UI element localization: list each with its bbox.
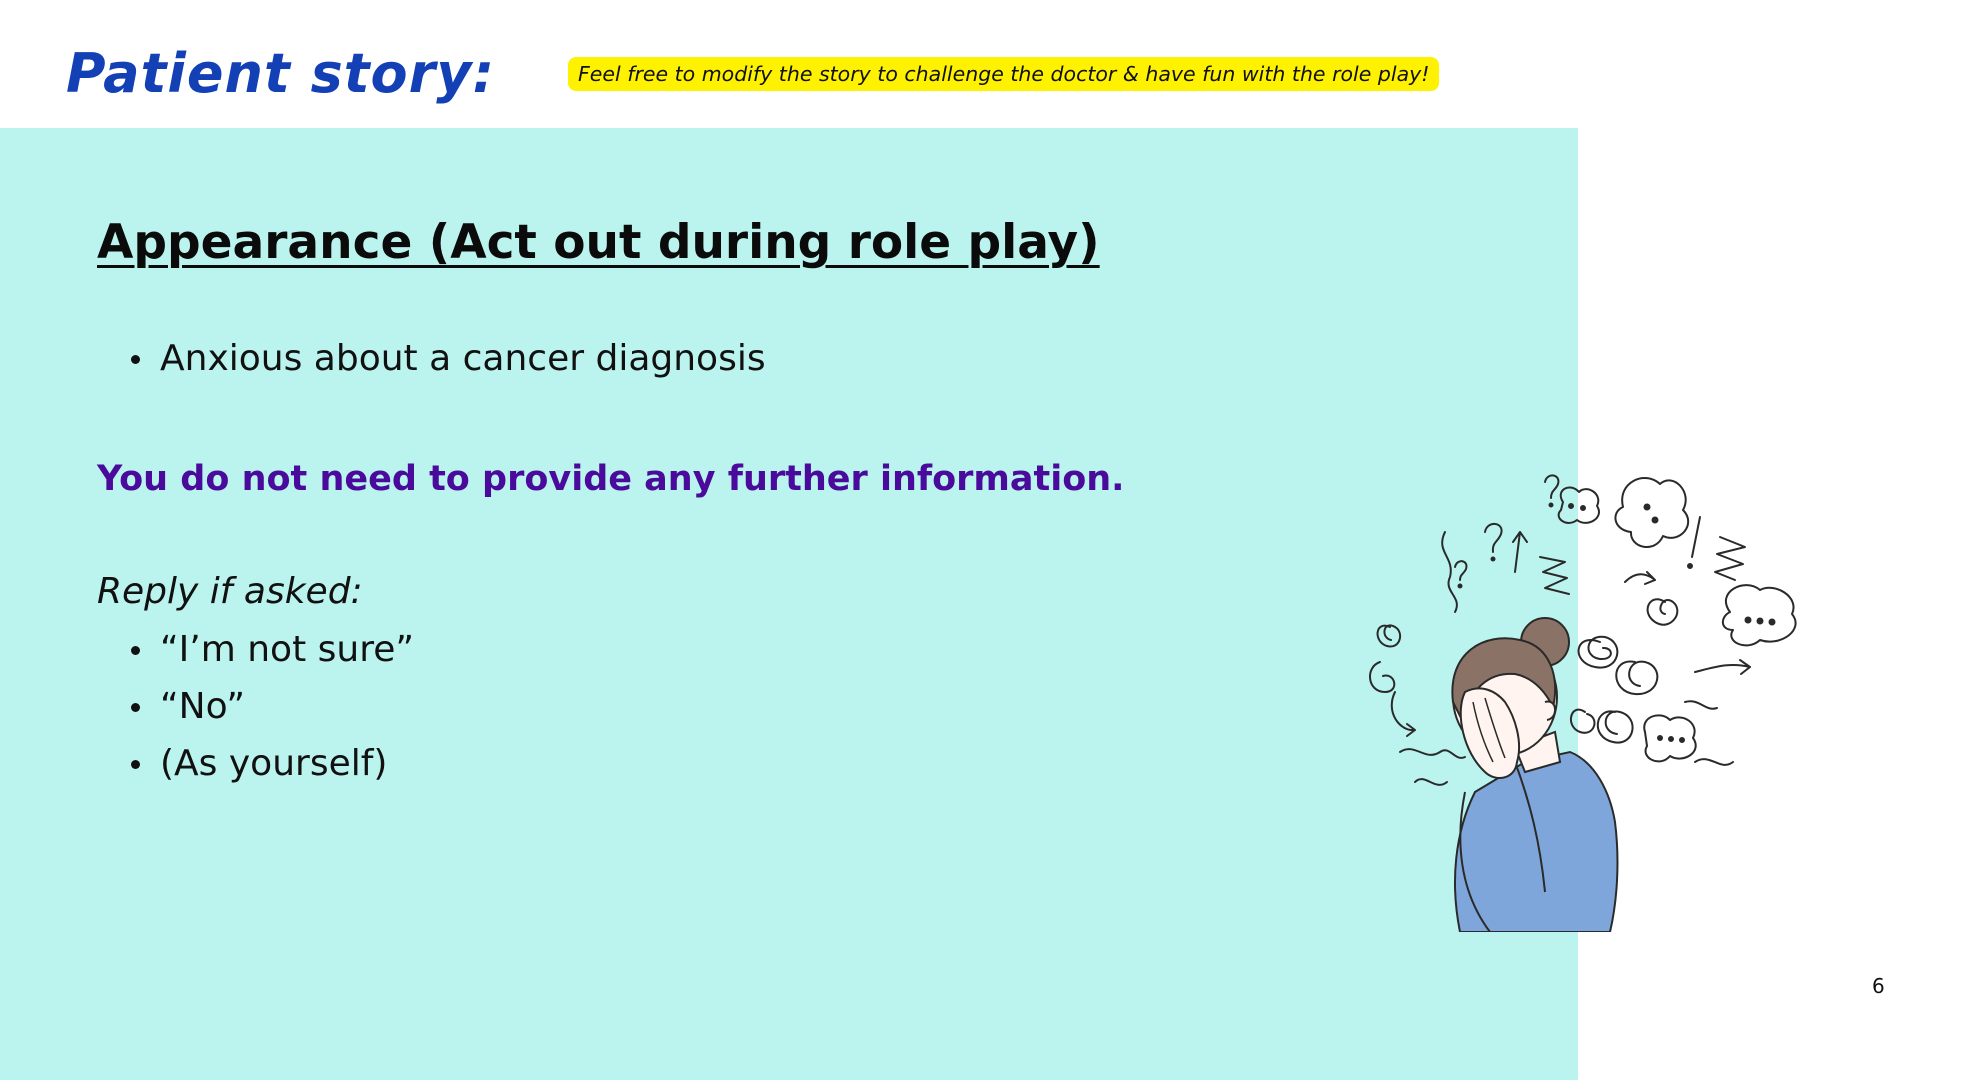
list-item: Anxious about a cancer diagnosis [120, 330, 766, 387]
slide-title: Patient story: [66, 42, 496, 105]
scribble-icon [1596, 710, 1634, 744]
slide: Patient story: Feel free to modify the s… [0, 0, 1980, 1080]
appearance-heading: Appearance (Act out during role play) [97, 215, 1100, 270]
speech-bubble-icon [1721, 584, 1797, 647]
scribble-icon [1369, 661, 1396, 693]
reply-label: Reply if asked: [97, 571, 363, 612]
list-item: “No” [120, 678, 414, 735]
shirt [1454, 750, 1619, 932]
scribble-icon [1577, 635, 1619, 669]
thought-bubble-icon [1557, 486, 1600, 524]
thought-bubble-icon [1614, 477, 1690, 548]
scribble-icon [1615, 660, 1659, 696]
scribble-icon [1646, 598, 1679, 626]
anxious-woman-illustration [1369, 474, 1797, 932]
page-number: 6 [1872, 974, 1885, 998]
appearance-list: Anxious about a cancer diagnosis [120, 330, 766, 387]
instruction-text: You do not need to provide any further i… [97, 459, 1125, 499]
list-item: “I’m not sure” [120, 621, 414, 678]
list-item: (As yourself) [120, 735, 414, 792]
scribble-icon [1376, 624, 1402, 648]
reply-list: “I’m not sure” “No” (As yourself) [120, 621, 414, 792]
highlight-note: Feel free to modify the story to challen… [568, 57, 1440, 91]
anxious-woman-figure [1451, 617, 1619, 932]
